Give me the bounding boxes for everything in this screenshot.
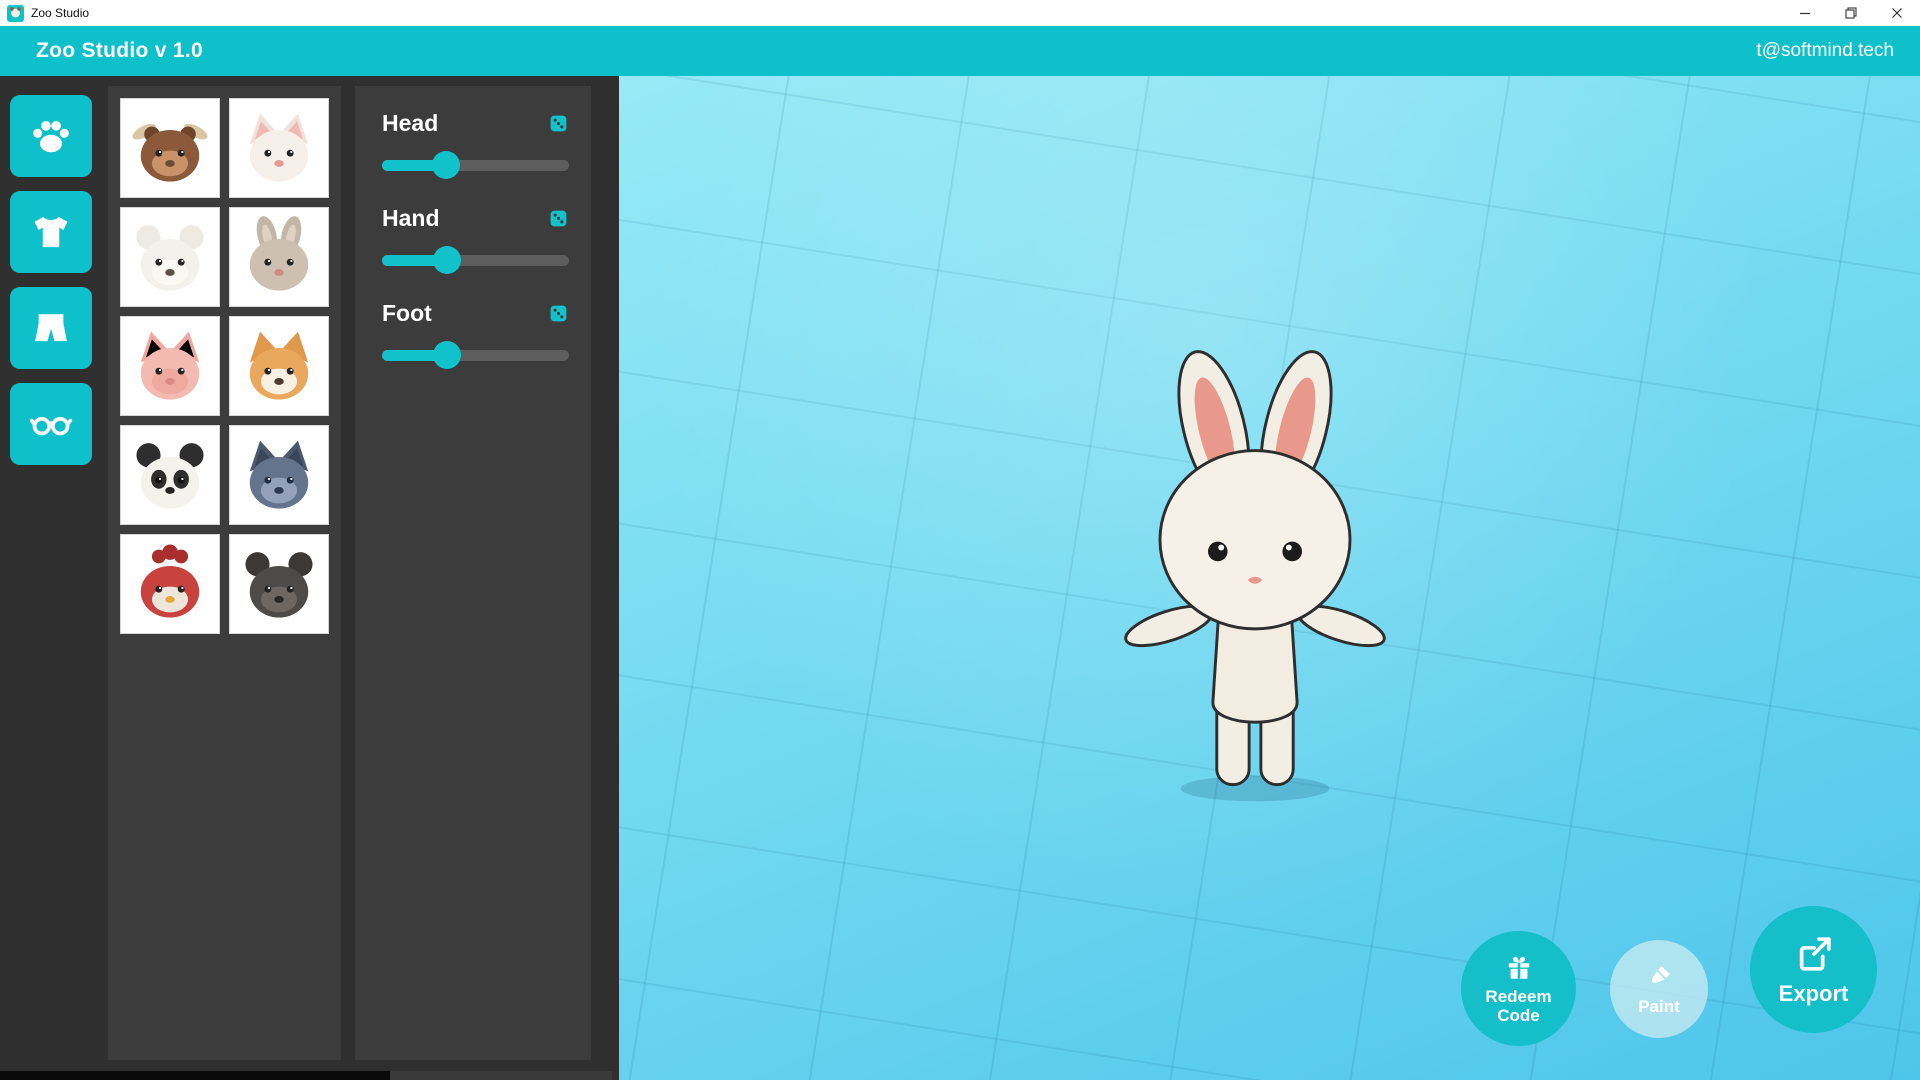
gorilla-icon (236, 541, 322, 627)
tool-pants-button[interactable] (10, 287, 92, 369)
animal-item-pig[interactable] (120, 316, 220, 416)
tool-animals-button[interactable] (10, 95, 92, 177)
tool-glasses-button[interactable] (10, 383, 92, 465)
account-label: t@softmind.tech (1756, 40, 1894, 62)
app-icon (7, 5, 24, 22)
slider-thumb[interactable] (432, 151, 460, 179)
foot-slider-label: Foot (382, 300, 432, 327)
app-title: Zoo Studio v 1.0 (36, 39, 203, 63)
tool-rail (10, 95, 92, 465)
slider-group-foot: Foot (382, 300, 569, 369)
animal-picker-panel (108, 86, 341, 1060)
window-controls (1782, 0, 1920, 26)
cat-icon (236, 105, 322, 191)
hand-slider[interactable] (382, 246, 569, 274)
head-slider[interactable] (382, 151, 569, 179)
pants-icon (29, 306, 73, 350)
slider-thumb[interactable] (433, 246, 461, 274)
bull-icon (127, 105, 213, 191)
randomize-icon[interactable] (548, 113, 569, 134)
export-icon (1793, 933, 1835, 975)
rooster-icon (127, 541, 213, 627)
gift-icon (1504, 952, 1534, 982)
shiba-icon (236, 323, 322, 409)
slider-group-head: Head (382, 110, 569, 179)
character-rabbit[interactable] (1105, 334, 1405, 814)
export-label: Export (1779, 982, 1849, 1007)
redeem-code-button[interactable]: Redeem Code (1461, 931, 1576, 1046)
titlebar: Zoo Studio (0, 0, 1920, 26)
restore-button[interactable] (1828, 0, 1874, 26)
glasses-icon (28, 401, 74, 447)
paw-icon (29, 114, 73, 158)
redeem-code-label: Redeem Code (1480, 987, 1558, 1025)
close-button[interactable] (1874, 0, 1920, 26)
slider-panel: Head (355, 86, 591, 1060)
viewport-actions: Redeem Code Paint (1461, 906, 1877, 1046)
titlebar-left: Zoo Studio (0, 5, 89, 22)
minimize-button[interactable] (1782, 0, 1828, 26)
animal-item-polar-bear[interactable] (120, 207, 220, 307)
brush-icon (1644, 962, 1674, 992)
head-slider-label: Head (382, 110, 438, 137)
randomize-icon[interactable] (548, 303, 569, 324)
content: Head (0, 76, 1920, 1080)
animal-item-cat[interactable] (229, 98, 329, 198)
slider-thumb[interactable] (433, 341, 461, 369)
wolf-icon (236, 432, 322, 518)
rabbit-model-icon (1105, 334, 1405, 814)
paint-label: Paint (1638, 997, 1680, 1016)
close-icon (1891, 7, 1903, 19)
animal-item-shiba[interactable] (229, 316, 329, 416)
window-title: Zoo Studio (31, 6, 89, 20)
tool-shirt-button[interactable] (10, 191, 92, 273)
animal-item-rabbit[interactable] (229, 207, 329, 307)
app-header: Zoo Studio v 1.0 t@softmind.tech (0, 26, 1920, 76)
panda-icon (127, 432, 213, 518)
restore-icon (1845, 7, 1857, 19)
hand-slider-label: Hand (382, 205, 440, 232)
animal-item-bull[interactable] (120, 98, 220, 198)
paint-button[interactable]: Paint (1610, 940, 1708, 1038)
viewport[interactable]: Redeem Code Paint (619, 76, 1920, 1080)
animal-item-panda[interactable] (120, 425, 220, 525)
app-window: Zoo Studio Zoo Studi (0, 0, 1920, 1080)
foot-slider[interactable] (382, 341, 569, 369)
pig-icon (127, 323, 213, 409)
horizontal-scrollbar[interactable] (0, 1071, 612, 1080)
minimize-icon (1799, 7, 1811, 19)
rabbit-icon (236, 214, 322, 300)
export-button[interactable]: Export (1750, 906, 1877, 1033)
animal-item-gorilla[interactable] (229, 534, 329, 634)
scrollbar-thumb[interactable] (0, 1071, 390, 1080)
randomize-icon[interactable] (548, 208, 569, 229)
animal-item-rooster[interactable] (120, 534, 220, 634)
polar-bear-icon (127, 214, 213, 300)
shirt-icon (29, 210, 73, 254)
slider-group-hand: Hand (382, 205, 569, 274)
animal-item-wolf[interactable] (229, 425, 329, 525)
left-pane: Head (0, 76, 619, 1080)
